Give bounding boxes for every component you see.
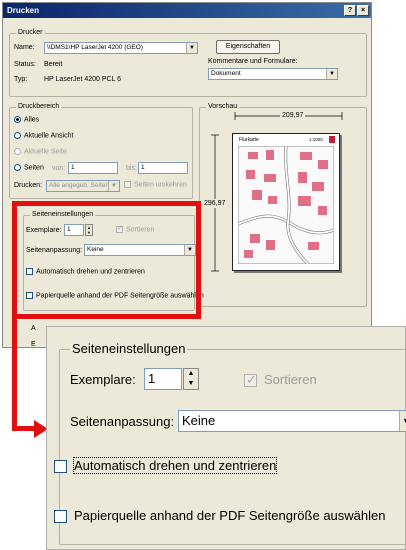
checkbox-icon — [244, 372, 257, 388]
scaling-label-zoom: Seitenanpassung: — [70, 414, 175, 429]
copies-input-zoom[interactable]: 1 — [144, 368, 182, 390]
checkbox-icon — [54, 510, 67, 524]
map-logo-icon — [329, 136, 335, 143]
preview-page: Flurkarte 1:1000 — [232, 133, 340, 271]
highlight-arrow-foot — [12, 426, 36, 431]
checkbox-icon — [54, 460, 67, 474]
map-image — [238, 146, 334, 264]
map-title: Flurkarte — [239, 137, 259, 143]
highlight-arrow-stem — [12, 318, 17, 430]
page-settings-label-zoom: Seiteneinstellungen — [70, 341, 188, 356]
chevron-down-icon[interactable]: ▼ — [399, 411, 406, 431]
page-settings-zoom: Seiteneinstellungen Exemplare: 1 ▲▼ Sort… — [46, 326, 406, 550]
page-settings-group-zoom: Seiteneinstellungen Exemplare: 1 ▲▼ Sort… — [54, 341, 406, 545]
preview-width: 209,97 — [280, 112, 306, 119]
preview-height: 296,97 — [204, 199, 226, 208]
copies-label-zoom: Exemplare: — [70, 372, 136, 387]
auto-rotate-checkbox-zoom[interactable]: Automatisch drehen und zentrieren — [54, 457, 278, 474]
copies-spinner-zoom[interactable]: ▲ ▼ — [183, 368, 199, 390]
map-scale: 1:1000 — [309, 137, 323, 142]
collate-checkbox-zoom: Sortieren — [244, 372, 317, 388]
paper-source-checkbox-zoom[interactable]: Papierquelle anhand der PDF Seitengröße … — [54, 508, 385, 524]
scaling-select-zoom[interactable]: Keine ▼ — [178, 410, 406, 432]
